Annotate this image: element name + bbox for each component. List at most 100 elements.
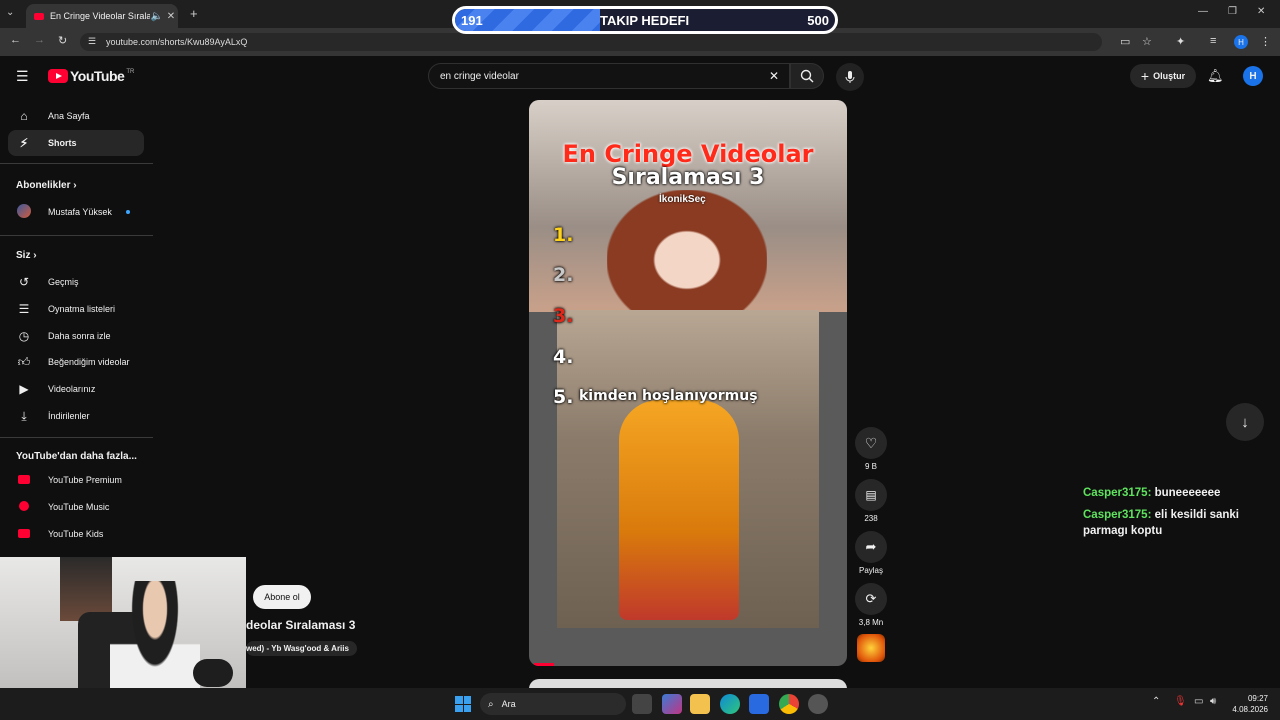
search-button[interactable] xyxy=(790,63,824,89)
search-input[interactable]: en cringe videolar ✕ xyxy=(428,63,790,89)
follow-goal-bar: 191 TAKIP HEDEFI 500 xyxy=(452,6,838,34)
goal-label: TAKIP HEDEFI xyxy=(600,13,690,28)
next-video-button[interactable]: ↓ xyxy=(1226,403,1264,441)
short-video-player[interactable]: En Cringe Videolar Sıralaması 3 İkonikSe… xyxy=(529,100,847,666)
speaker-icon[interactable]: 🔈 xyxy=(150,11,164,22)
sidebar-divider xyxy=(0,163,153,164)
clock-date: 4.08.2026 xyxy=(1232,705,1268,714)
sidebar-item-mustafa-yuksek[interactable]: Mustafa Yüksek xyxy=(8,199,144,225)
short-music-label[interactable]: wed) - Yb Wasg'ood & Ariis xyxy=(246,641,357,656)
video-progress-bar[interactable] xyxy=(534,663,554,666)
comment-icon: ▤ xyxy=(865,488,877,502)
sidebar-item-youtube-premium[interactable]: YouTube Premium xyxy=(8,467,144,493)
back-icon[interactable]: ← xyxy=(10,34,21,46)
obs-app-icon[interactable] xyxy=(808,694,828,714)
sidebar-item-youtube-music[interactable]: YouTube Music xyxy=(8,494,144,520)
taskbar-search[interactable]: ⌕ Ara xyxy=(480,693,626,715)
forward-icon[interactable]: → xyxy=(34,34,45,46)
music-thumbnail[interactable] xyxy=(857,634,885,662)
sidebar-item-youtube-kids[interactable]: YouTube Kids xyxy=(8,521,144,547)
reload-icon[interactable]: ↻ xyxy=(58,34,67,47)
cast-icon[interactable]: ▭ xyxy=(1120,35,1130,48)
sidebar-item-label: İndirilenler xyxy=(48,411,90,421)
thumbs-up-icon: 👍︎ xyxy=(17,354,31,369)
file-explorer-icon[interactable] xyxy=(690,694,710,714)
goal-current: 191 xyxy=(461,13,483,28)
extensions-icon[interactable]: ✦ xyxy=(1176,35,1185,48)
share-label: Paylaş xyxy=(858,566,883,575)
comments-button[interactable]: ▤ xyxy=(855,479,887,511)
sidebar-item-watch-later[interactable]: ◷ Daha sonra izle xyxy=(8,323,144,349)
subscriptions-header[interactable]: Abonelikler › xyxy=(16,180,77,191)
chat-message: Casper3175: eli kesildi sanki parmagı ko… xyxy=(1083,507,1263,539)
sidebar-item-your-videos[interactable]: ▶ Videolarınız xyxy=(8,376,144,402)
you-header[interactable]: Siz › xyxy=(16,250,37,261)
profile-avatar-icon[interactable]: H xyxy=(1234,35,1248,49)
youtube-premium-icon xyxy=(16,473,32,487)
taskbar-clock[interactable]: 09:27 4.08.2026 xyxy=(1220,693,1268,715)
remix-button[interactable]: ⟳ xyxy=(855,583,887,615)
bookmark-star-icon[interactable]: ☆ xyxy=(1142,35,1152,48)
overlay-title-line2: Sıralaması 3 xyxy=(611,165,765,190)
site-info-icon[interactable]: ☰ xyxy=(88,36,96,47)
tray-mic-icon[interactable]: 🎙︎ xyxy=(1174,696,1187,707)
tray-network-icon[interactable]: ▭ xyxy=(1194,696,1203,707)
rank-5: 5. xyxy=(553,386,574,408)
tray-volume-icon[interactable]: 🔊︎ xyxy=(1210,696,1216,707)
more-from-youtube-header: YouTube'dan daha fazla... xyxy=(16,451,137,462)
sidebar-item-shorts[interactable]: ⚡︎ Shorts xyxy=(8,130,144,156)
voice-search-button[interactable] xyxy=(836,63,864,91)
sidebar-item-history[interactable]: ↺ Geçmiş xyxy=(8,269,144,295)
sidebar-divider xyxy=(0,437,153,438)
chat-message: Casper3175: buneeeeeee xyxy=(1083,485,1263,501)
tray-chevron-up-icon[interactable]: ⌃ xyxy=(1152,696,1160,707)
chat-username: Casper3175: xyxy=(1083,487,1152,499)
widgets-app-icon[interactable] xyxy=(662,694,682,714)
url-text: youtube.com/shorts/Kwu89AyALxQ xyxy=(106,37,248,47)
new-tab-icon[interactable]: + xyxy=(190,6,198,21)
tab-list-icon[interactable]: ⌄ xyxy=(6,7,14,18)
like-button[interactable]: ♡ xyxy=(855,427,887,459)
sidebar-item-label: Shorts xyxy=(48,138,77,148)
edge-browser-icon[interactable] xyxy=(720,694,740,714)
overlay-title-line1: En Cringe Videolar xyxy=(562,140,814,168)
restore-icon[interactable]: ❐ xyxy=(1228,6,1237,17)
sidebar-item-downloads[interactable]: ⤓ İndirilenler xyxy=(8,403,144,429)
sidebar-item-label: Oynatma listeleri xyxy=(48,304,116,314)
minimize-icon[interactable]: — xyxy=(1198,6,1208,17)
sidebar-item-label: Videolarınız xyxy=(48,384,96,394)
store-app-icon[interactable] xyxy=(749,694,769,714)
clear-search-icon[interactable]: ✕ xyxy=(769,69,779,83)
create-button[interactable]: + Oluştur xyxy=(1130,64,1196,88)
close-tab-icon[interactable]: ✕ xyxy=(164,11,178,22)
plus-icon: + xyxy=(1140,68,1150,84)
sidebar-item-label: Geçmiş xyxy=(48,277,79,287)
sidebar-item-liked-videos[interactable]: 👍︎ Beğendiğim videolar xyxy=(8,349,144,375)
chrome-menu-icon[interactable]: ⋮ xyxy=(1260,35,1271,48)
rank-2: 2. xyxy=(553,264,574,286)
hamburger-menu-icon[interactable]: ☰ xyxy=(16,68,29,85)
youtube-logo[interactable]: YouTube TR xyxy=(48,68,134,84)
sidebar-item-label: YouTube Music xyxy=(48,502,110,512)
sidebar-item-home[interactable]: ⌂ Ana Sayfa xyxy=(8,103,144,129)
reading-list-icon[interactable]: ≡ xyxy=(1210,35,1216,47)
url-bar[interactable]: ☰ youtube.com/shorts/Kwu89AyALxQ xyxy=(80,33,1102,51)
windows-start-icon[interactable] xyxy=(455,696,471,712)
heart-icon: ♡ xyxy=(864,434,878,451)
sidebar-item-label: YouTube Premium xyxy=(48,475,122,485)
arrow-down-icon: ↓ xyxy=(1241,413,1249,431)
sidebar-item-label: Ana Sayfa xyxy=(48,111,90,121)
share-button[interactable]: ➦ xyxy=(855,531,887,563)
task-view-icon[interactable] xyxy=(632,694,652,714)
notifications-bell-icon[interactable]: 🔔︎ xyxy=(1207,68,1224,84)
rank-4: 4. xyxy=(553,346,574,368)
close-window-icon[interactable]: ✕ xyxy=(1257,6,1265,17)
short-title[interactable]: deolar Sıralaması 3 xyxy=(246,618,355,632)
chrome-app-icon[interactable] xyxy=(779,694,799,714)
browser-tab[interactable]: En Cringe Videolar Sıralam... 🔈 ✕ xyxy=(26,4,178,28)
sidebar-item-playlists[interactable]: ☰ Oynatma listeleri xyxy=(8,296,144,322)
subscribe-button[interactable]: Abone ol xyxy=(253,585,311,609)
video-person-bottom xyxy=(619,400,739,620)
account-avatar[interactable]: H xyxy=(1243,66,1263,86)
youtube-favicon-icon xyxy=(34,12,44,20)
